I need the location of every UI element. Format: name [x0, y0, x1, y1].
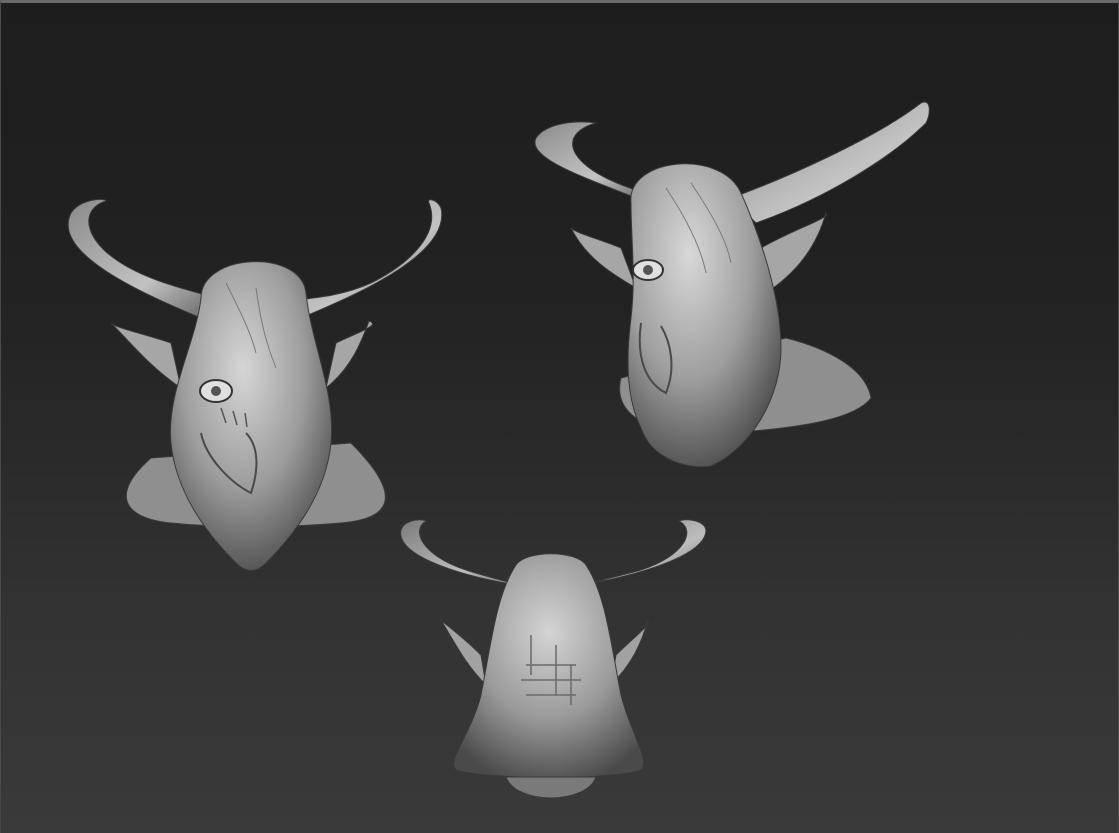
creature-bust-top-view[interactable] [386, 515, 716, 815]
creature-bust-three-quarter-view[interactable] [526, 98, 936, 473]
3d-viewport[interactable] [0, 0, 1119, 833]
